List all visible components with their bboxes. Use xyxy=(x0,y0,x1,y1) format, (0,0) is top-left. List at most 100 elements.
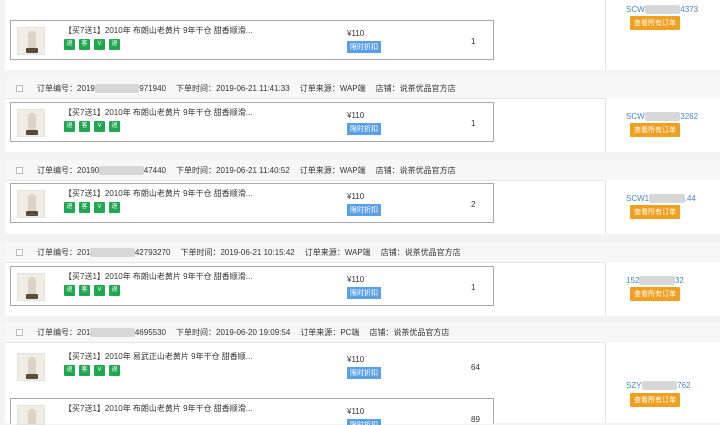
tag-icon: 客 xyxy=(79,285,90,296)
tag-icon: V xyxy=(94,39,105,50)
order-header: 订单编号：20190000000000047440 下单时间：2019-06-2… xyxy=(5,160,720,181)
customer-id[interactable]: SZY00000000762 xyxy=(626,381,691,390)
customer-panel: SCW000000004373 查看所有订单 xyxy=(605,0,720,70)
view-all-orders-button[interactable]: 查看所有订单 xyxy=(630,16,680,30)
product-thumbnail[interactable] xyxy=(17,190,45,218)
price: ¥110 xyxy=(347,355,365,364)
view-all-orders-button[interactable]: 查看所有订单 xyxy=(630,205,680,219)
order-checkbox[interactable] xyxy=(16,248,23,256)
service-tags: 退 客 V 退 xyxy=(64,202,120,213)
product-thumbnail[interactable] xyxy=(17,405,45,425)
order-item[interactable]: 【买7送1】2010年 布朗山老黄片 9年干仓 甜香顺滑... 退 客 V 退 … xyxy=(10,20,494,60)
discount-badge: 限时折扣 xyxy=(347,123,381,135)
order-source: 订单来源：WAP端 xyxy=(299,83,366,93)
shop: 店铺：说茶优品官方店 xyxy=(380,247,461,257)
quantity: 1 xyxy=(471,37,476,46)
order-list: 【买7送1】2010年 布朗山老黄片 9年干仓 甜香顺滑... 退 客 V 退 … xyxy=(5,0,720,425)
price: ¥110 xyxy=(347,192,365,201)
customer-panel: SCW100000000.44 查看所有订单 xyxy=(605,180,720,234)
product-thumbnail[interactable] xyxy=(17,27,45,55)
product-thumbnail[interactable] xyxy=(17,109,45,137)
product-title[interactable]: 【买7送1】2010年 布朗山老黄片 9年干仓 甜香顺滑... xyxy=(64,25,252,36)
order-checkbox[interactable] xyxy=(16,84,23,92)
quantity: 1 xyxy=(471,283,476,292)
tag-icon: 退 xyxy=(109,39,120,50)
discount-badge: 限时折扣 xyxy=(347,419,381,425)
price: ¥110 xyxy=(347,407,365,416)
order-header: 订单编号：201000000000042793270 下单时间：2019-06-… xyxy=(5,242,720,263)
order-time: 下单时间：2019-06-21 10:15:42 xyxy=(180,247,295,257)
product-thumbnail[interactable] xyxy=(17,353,45,381)
tag-icon: 退 xyxy=(64,39,75,50)
order-header: 订单编号：20190000000000971940 下单时间：2019-06-2… xyxy=(5,78,720,99)
discount-badge: 限时折扣 xyxy=(347,41,381,53)
order-number: 订单编号：20100000000004695530 xyxy=(37,327,167,337)
price: ¥110 xyxy=(347,275,365,284)
tag-icon: 退 xyxy=(109,365,120,376)
order-item[interactable]: 【买7送1】2010年 布朗山老黄片 9年干仓 甜香顺滑... 退 客 V 退 … xyxy=(10,183,494,223)
tag-icon: V xyxy=(94,285,105,296)
quantity: 2 xyxy=(471,200,476,209)
order-time: 下单时间：2019-06-21 11:40:52 xyxy=(176,165,290,175)
product-thumbnail[interactable] xyxy=(17,273,45,301)
price: ¥110 xyxy=(347,111,365,120)
tag-icon: 退 xyxy=(64,202,75,213)
product-title[interactable]: 【买7送1】2010年 布朗山老黄片 9年干仓 甜香顺滑... xyxy=(64,107,252,118)
view-all-orders-button[interactable]: 查看所有订单 xyxy=(630,287,680,301)
order-header: 订单编号：20100000000004695530 下单时间：2019-06-2… xyxy=(5,322,720,343)
product-title[interactable]: 【买7送1】2010年 布朗山老黄片 9年干仓 甜香顺滑... xyxy=(64,403,252,414)
tag-icon: 退 xyxy=(109,202,120,213)
service-tags: 退 客 V 退 xyxy=(64,285,120,296)
tag-icon: 退 xyxy=(64,365,75,376)
view-all-orders-button[interactable]: 查看所有订单 xyxy=(630,123,680,137)
order-source: 订单来源：PC端 xyxy=(300,327,360,337)
order-number: 订单编号：20190000000000971940 xyxy=(37,83,166,93)
tag-icon: 退 xyxy=(109,121,120,132)
order-item[interactable]: 【买7送1】2010年 易武正山老黄片 9年干仓 甜香顺... 退 客 V 退 … xyxy=(10,346,494,386)
tag-icon: V xyxy=(94,121,105,132)
discount-badge: 限时折扣 xyxy=(347,367,381,379)
tag-icon: 客 xyxy=(79,202,90,213)
product-title[interactable]: 【买7送1】2010年 易武正山老黄片 9年干仓 甜香顺... xyxy=(64,351,252,362)
tag-icon: 客 xyxy=(79,39,90,50)
customer-id[interactable]: SCW100000000.44 xyxy=(626,194,696,203)
order-checkbox[interactable] xyxy=(16,328,23,336)
tag-icon: 客 xyxy=(79,365,90,376)
discount-badge: 限时折扣 xyxy=(347,287,381,299)
customer-id[interactable]: SCW000000003262 xyxy=(626,112,698,121)
customer-panel: SCW000000003262 查看所有订单 xyxy=(605,98,720,152)
service-tags: 退 客 V 退 xyxy=(64,365,120,376)
discount-badge: 限时折扣 xyxy=(347,204,381,216)
shop: 店铺：说茶优品官方店 xyxy=(375,165,456,175)
shop: 店铺：说茶优品官方店 xyxy=(369,327,450,337)
tag-icon: 退 xyxy=(64,285,75,296)
order-checkbox[interactable] xyxy=(16,166,23,174)
order-item[interactable]: 【买7送1】2010年 布朗山老黄片 9年干仓 甜香顺滑... 退 客 V 退 … xyxy=(10,266,494,306)
order-item[interactable]: 【买7送1】2010年 布朗山老黄片 9年干仓 甜香顺滑... 退 客 V 退 … xyxy=(10,102,494,142)
tag-icon: 退 xyxy=(64,121,75,132)
product-title[interactable]: 【买7送1】2010年 布朗山老黄片 9年干仓 甜香顺滑... xyxy=(64,188,252,199)
customer-id[interactable]: SCW000000004373 xyxy=(626,5,698,14)
order-source: 订单来源：WAP端 xyxy=(304,247,371,257)
shop: 店铺：说茶优品官方店 xyxy=(375,83,456,93)
tag-icon: 退 xyxy=(109,285,120,296)
order-time: 下单时间：2019-06-20 19:09:54 xyxy=(176,327,291,337)
tag-icon: V xyxy=(94,202,105,213)
quantity: 64 xyxy=(471,363,480,372)
customer-panel: 1520000000032 查看所有订单 xyxy=(605,262,720,316)
order-source: 订单来源：WAP端 xyxy=(299,165,366,175)
order-number: 订单编号：201000000000042793270 xyxy=(37,247,171,257)
order-item[interactable]: 【买7送1】2010年 布朗山老黄片 9年干仓 甜香顺滑... ¥110 限时折… xyxy=(10,398,494,425)
price: ¥110 xyxy=(347,29,365,38)
customer-id[interactable]: 1520000000032 xyxy=(626,276,684,285)
service-tags: 退 客 V 退 xyxy=(64,121,120,132)
customer-panel: SZY00000000762 查看所有订单 xyxy=(605,342,720,423)
quantity: 1 xyxy=(471,119,476,128)
order-time: 下单时间：2019-06-21 11:41:33 xyxy=(176,83,290,93)
product-title[interactable]: 【买7送1】2010年 布朗山老黄片 9年干仓 甜香顺滑... xyxy=(64,271,252,282)
order-number: 订单编号：20190000000000047440 xyxy=(37,165,166,175)
service-tags: 退 客 V 退 xyxy=(64,39,120,50)
view-all-orders-button[interactable]: 查看所有订单 xyxy=(630,393,680,407)
tag-icon: V xyxy=(94,365,105,376)
tag-icon: 客 xyxy=(79,121,90,132)
